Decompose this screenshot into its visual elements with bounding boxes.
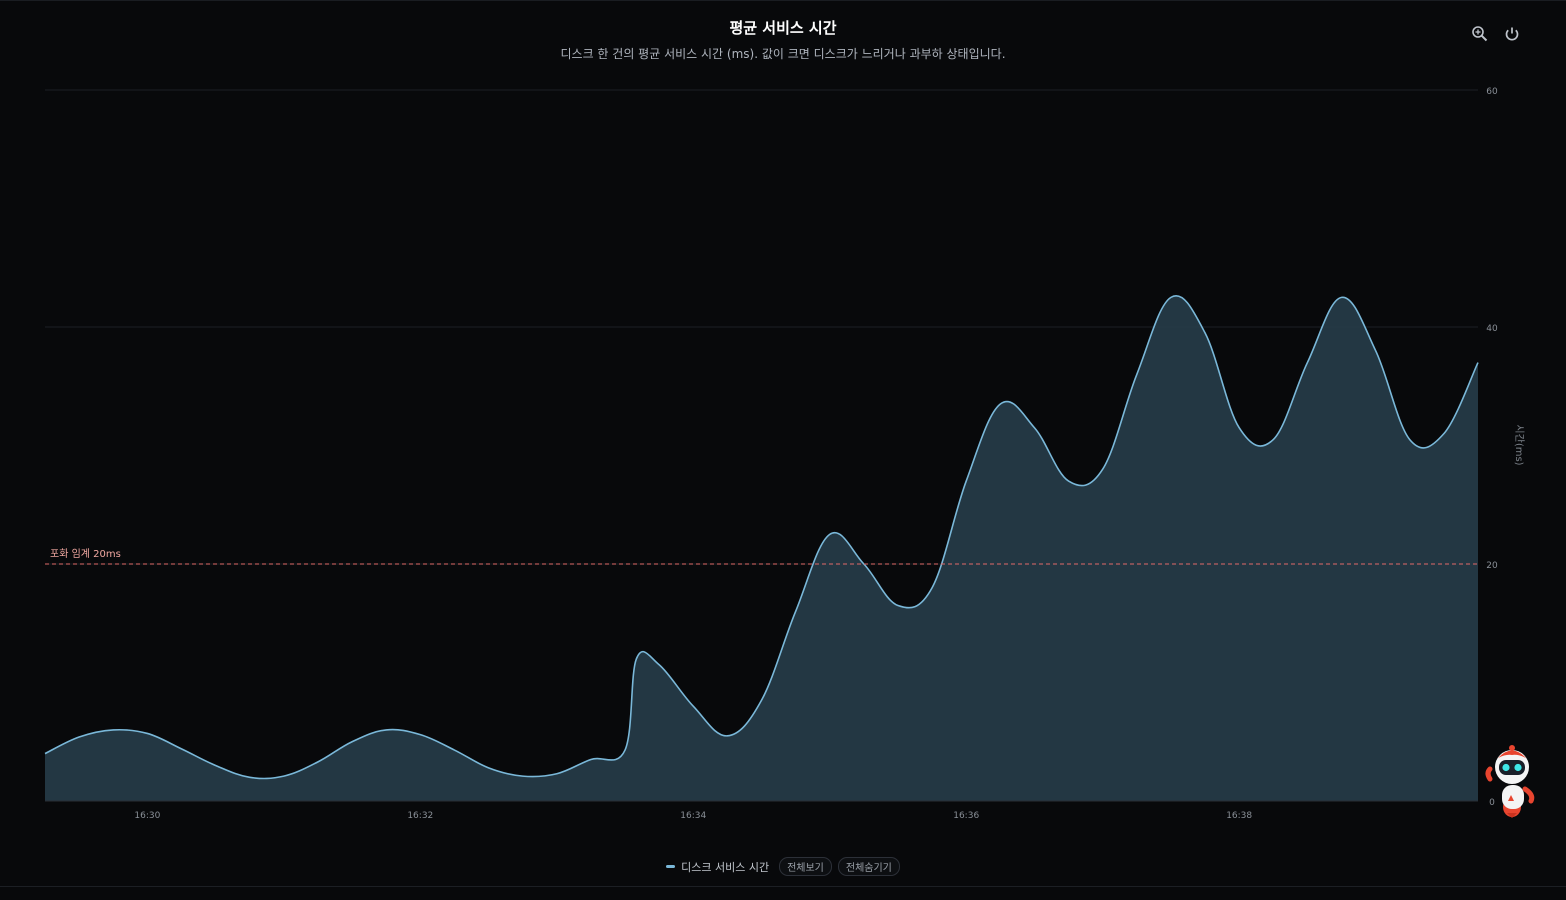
y-axis-label: 시간(ms) [1513, 424, 1525, 465]
y-tick-label: 40 [1486, 324, 1498, 334]
legend-item-series[interactable]: 디스크 서비스 시간 [666, 859, 769, 875]
panel-divider [0, 886, 1566, 887]
x-tick-label: 16:36 [953, 811, 979, 821]
x-tick-label: 16:32 [407, 811, 433, 821]
x-tick-label: 16:30 [134, 811, 160, 821]
legend-series-label: 디스크 서비스 시간 [681, 860, 770, 874]
hide-all-button[interactable]: 전체숨기기 [837, 857, 900, 876]
y-tick-label: 20 [1486, 561, 1498, 571]
y-tick-label: 60 [1486, 87, 1498, 97]
series-area [45, 295, 1478, 801]
area-chart: 020406016:30 16:32 16:34 16:36 16:38시간(ms)포화… [44, 87, 1525, 821]
robot-mascot-icon[interactable] [1482, 745, 1538, 819]
x-tick-label: 16:38 [1226, 811, 1252, 821]
show-all-button[interactable]: 전체보기 [779, 857, 832, 876]
x-tick-label: 16:34 [680, 811, 706, 821]
legend-swatch [666, 865, 676, 868]
legend: 디스크 서비스 시간 전체보기 전체숨기기 [0, 857, 1566, 876]
threshold-label: 포화 임계 20ms [50, 547, 121, 560]
